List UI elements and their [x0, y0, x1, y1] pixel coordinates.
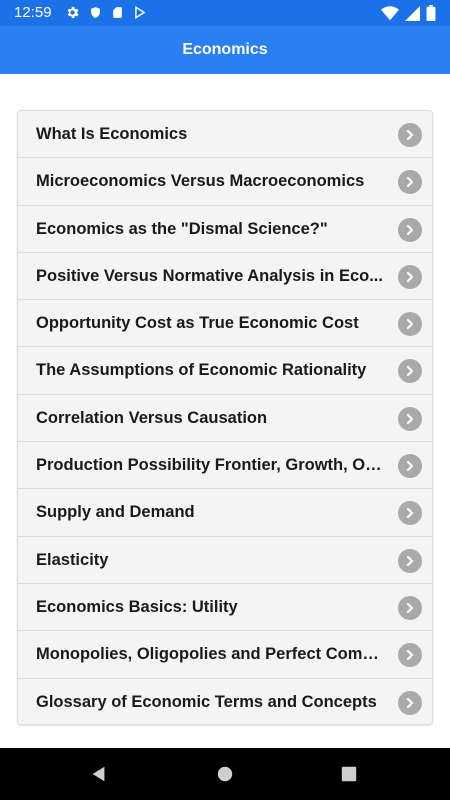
- recents-icon: [341, 766, 357, 782]
- list-item[interactable]: Microeconomics Versus Macroeconomics: [18, 158, 432, 206]
- back-button[interactable]: [87, 762, 111, 786]
- play-store-icon: [133, 5, 147, 20]
- battery-icon: [426, 5, 436, 21]
- status-bar: 12:59: [0, 0, 450, 26]
- list-item-label: The Assumptions of Economic Rationality: [36, 361, 367, 380]
- topic-list: What Is Economics Microeconomics Versus M…: [17, 110, 433, 725]
- status-icons-right: [381, 5, 436, 21]
- list-item[interactable]: Economics Basics: Utility: [18, 583, 432, 632]
- chevron-right-icon[interactable]: [398, 690, 422, 715]
- list-item-label: What Is Economics: [36, 125, 188, 143]
- chevron-right-icon[interactable]: [398, 595, 422, 620]
- sd-card-icon: [111, 5, 124, 20]
- list-item[interactable]: What Is Economics: [18, 111, 432, 159]
- list-item-label: Economics Basics: Utility: [36, 597, 238, 616]
- list-item[interactable]: Monopolies, Oligopolies and Perfect Comp…: [18, 631, 432, 679]
- list-item-label: Monopolies, Oligopolies and Perfect Comp…: [36, 645, 384, 664]
- list-item[interactable]: Positive Versus Normative Analysis in Ec…: [18, 252, 432, 301]
- signal-icon: [405, 5, 420, 21]
- list-item-label: Supply and Demand: [36, 503, 195, 522]
- shield-icon: [89, 5, 102, 20]
- page-title: Economics: [182, 41, 268, 58]
- list-item-label: Glossary of Economic Terms and Concepts: [36, 692, 377, 711]
- chevron-right-icon[interactable]: [398, 312, 422, 337]
- list-item-label: Microeconomics Versus Macroeconomics: [36, 172, 365, 191]
- recents-button[interactable]: [337, 762, 361, 786]
- content-area: What Is Economics Microeconomics Versus M…: [0, 74, 450, 748]
- home-icon: [217, 766, 233, 782]
- list-item[interactable]: The Assumptions of Economic Rationality: [18, 347, 432, 395]
- chevron-right-icon[interactable]: [398, 643, 422, 668]
- home-button[interactable]: [213, 762, 237, 786]
- chevron-right-icon[interactable]: [398, 217, 422, 242]
- list-item-label: Correlation Versus Causation: [36, 408, 268, 427]
- chevron-right-icon[interactable]: [398, 406, 422, 431]
- list-item-label: Positive Versus Normative Analysis in Ec…: [36, 266, 383, 285]
- chevron-right-icon[interactable]: [398, 170, 422, 195]
- list-item[interactable]: Opportunity Cost as True Economic Cost: [18, 300, 432, 348]
- gear-icon: [65, 5, 80, 20]
- status-icons-left: [65, 5, 147, 20]
- list-item-label: Opportunity Cost as True Economic Cost: [36, 314, 359, 333]
- list-item[interactable]: Economics as the "Dismal Science?": [18, 205, 432, 253]
- list-item-label: Production Possibility Frontier, Growth,…: [36, 456, 384, 475]
- list-item[interactable]: Supply and Demand: [18, 489, 432, 537]
- list-item[interactable]: Glossary of Economic Terms and Concepts: [18, 678, 432, 724]
- navigation-bar: [0, 748, 450, 800]
- chevron-right-icon[interactable]: [398, 501, 422, 526]
- list-item-label: Elasticity: [36, 550, 109, 569]
- chevron-right-icon[interactable]: [398, 454, 422, 479]
- list-item[interactable]: Production Possibility Frontier, Growth,…: [18, 442, 432, 490]
- chevron-right-icon[interactable]: [398, 548, 422, 573]
- status-time: 12:59: [14, 4, 52, 21]
- chevron-right-icon[interactable]: [398, 123, 422, 147]
- back-icon: [92, 766, 105, 782]
- chevron-right-icon[interactable]: [398, 264, 422, 289]
- list-item[interactable]: Elasticity: [18, 536, 432, 584]
- wifi-icon: [381, 5, 399, 21]
- list-item-label: Economics as the "Dismal Science?": [36, 219, 328, 238]
- list-item[interactable]: Correlation Versus Causation: [18, 394, 432, 443]
- app-bar: Economics: [0, 26, 450, 74]
- chevron-right-icon[interactable]: [398, 359, 422, 384]
